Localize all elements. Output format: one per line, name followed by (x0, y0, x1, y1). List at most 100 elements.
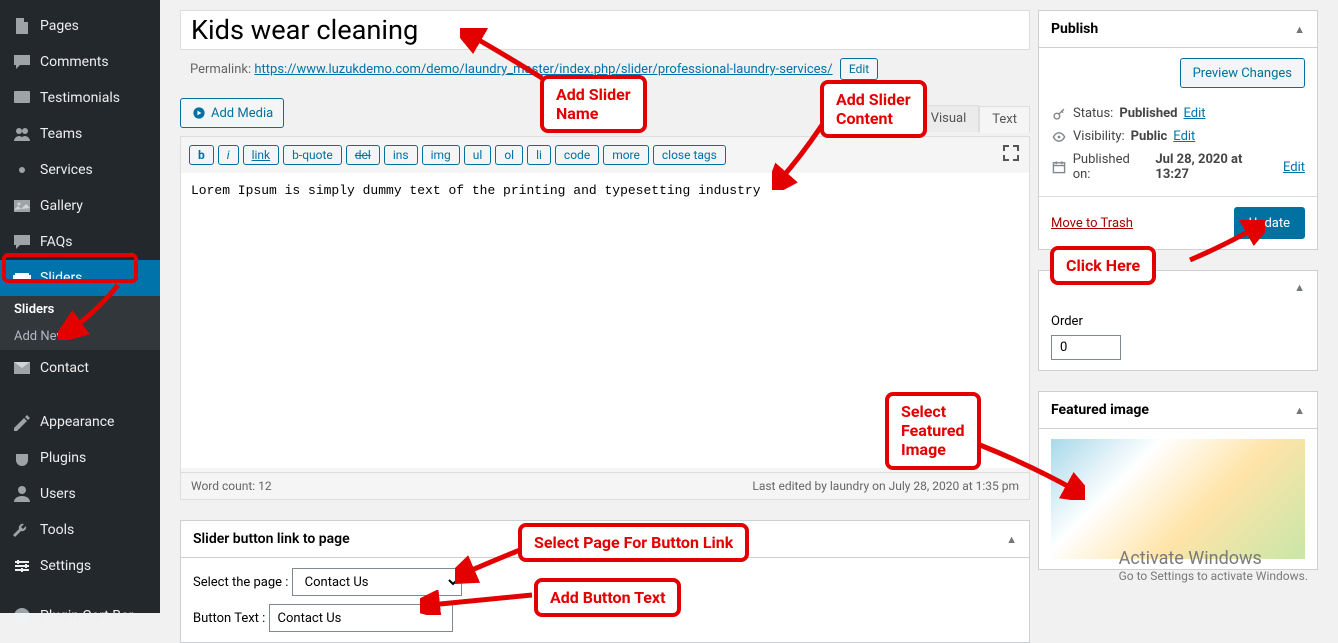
settings-icon (12, 556, 32, 576)
qt-ul[interactable]: ul (464, 145, 492, 165)
sidebar-label: FAQs (40, 234, 73, 250)
sidebar-item-services[interactable]: Services (0, 152, 160, 188)
add-media-button[interactable]: Add Media (180, 98, 284, 128)
user-icon (12, 484, 32, 504)
visibility-edit-link[interactable]: Edit (1173, 129, 1195, 144)
content-column: Permalink: https://www.luzukdemo.com/dem… (180, 10, 1030, 643)
editor-footer: Word count: 12 Last edited by laundry on… (181, 472, 1029, 499)
publish-title: Publish (1051, 21, 1098, 37)
qt-bold[interactable]: b (189, 145, 214, 165)
qt-img[interactable]: img (422, 145, 460, 165)
publish-header[interactable]: Publish ▲ (1039, 11, 1317, 48)
button-text-input[interactable] (269, 604, 453, 632)
sidebar-item-teams[interactable]: Teams (0, 116, 160, 152)
sidebar-label: Teams (40, 126, 82, 142)
sidebar-item-gallery[interactable]: Gallery (0, 188, 160, 224)
qt-italic[interactable]: i (218, 145, 239, 165)
order-input[interactable] (1051, 335, 1121, 360)
toggle-arrow-icon[interactable]: ▲ (1294, 23, 1305, 36)
appearance-icon (12, 412, 32, 432)
sidebar-label: Pages (40, 18, 79, 34)
qt-code[interactable]: code (555, 145, 599, 165)
toggle-arrow-icon[interactable]: ▲ (1294, 281, 1305, 294)
qt-ins[interactable]: ins (384, 145, 418, 165)
status-value: Published (1119, 106, 1177, 121)
publish-body: Preview Changes Status: Published Edit V… (1039, 48, 1317, 196)
sidebar-label: Settings (40, 558, 91, 574)
sidebar-label: Sliders (40, 270, 82, 286)
fullscreen-icon[interactable] (1001, 143, 1021, 167)
contact-icon (12, 358, 32, 378)
published-row: Published on: Jul 28, 2020 at 13:27 Edit (1051, 148, 1305, 186)
visual-tab[interactable]: Visual (918, 105, 980, 132)
permalink-edit-button[interactable]: Edit (840, 58, 878, 80)
cart-icon (12, 606, 32, 626)
slider-icon (12, 268, 32, 288)
sidebar-item-testimonials[interactable]: Testimonials (0, 80, 160, 116)
qt-del[interactable]: del (346, 145, 380, 165)
text-tab[interactable]: Text (979, 106, 1030, 133)
sidebar-item-pages[interactable]: Pages (0, 8, 160, 44)
qt-more[interactable]: more (603, 145, 649, 165)
permalink-url[interactable]: https://www.luzukdemo.com/demo/laundry_m… (254, 62, 832, 77)
sidebar-submenu: Sliders Add New (0, 296, 160, 350)
sidebar-sub-sliders[interactable]: Sliders (0, 296, 160, 323)
sidebar-item-plugincart[interactable]: Plugin Cart Bar (0, 598, 160, 634)
select-page-dropdown[interactable]: Contact Us (292, 568, 462, 596)
visibility-row: Visibility: Public Edit (1051, 125, 1305, 148)
toggle-arrow-icon[interactable]: ▲ (1294, 404, 1305, 417)
sidebar-label: Services (40, 162, 93, 178)
update-button[interactable]: Update (1234, 207, 1305, 239)
status-edit-link[interactable]: Edit (1183, 106, 1205, 121)
sidebar-item-users[interactable]: Users (0, 476, 160, 512)
last-edited: Last edited by laundry on July 28, 2020 … (752, 479, 1019, 493)
sidebar-item-dashboard[interactable] (0, 0, 160, 8)
qt-bquote[interactable]: b-quote (283, 145, 342, 165)
sidebar-item-plugins[interactable]: Plugins (0, 440, 160, 476)
media-icon (191, 105, 207, 121)
tool-icon (12, 520, 32, 540)
featured-body (1039, 429, 1317, 569)
sidebar-item-settings[interactable]: Settings (0, 548, 160, 584)
post-title-input[interactable] (180, 10, 1030, 50)
attributes-body: Order (1039, 304, 1317, 370)
status-label: Status: (1073, 106, 1113, 121)
sidebar-item-comments[interactable]: Comments (0, 44, 160, 80)
visibility-value: Public (1131, 129, 1168, 144)
admin-sidebar: Pages Comments Testimonials Teams Servic… (0, 0, 160, 613)
slider-button-postbox: Slider button link to page ▲ Select the … (180, 520, 1030, 643)
main-content: Permalink: https://www.luzukdemo.com/dem… (160, 0, 1338, 613)
publish-actions: Move to Trash Update (1039, 196, 1317, 249)
content-textarea[interactable]: Lorem Ipsum is simply dummy text of the … (181, 173, 1029, 468)
plugin-icon (12, 448, 32, 468)
featured-header[interactable]: Featured image ▲ (1039, 392, 1317, 429)
sidebar-label: Plugins (40, 450, 86, 466)
qt-li[interactable]: li (527, 145, 551, 165)
qt-ol[interactable]: ol (495, 145, 523, 165)
qt-closetags[interactable]: close tags (653, 145, 726, 165)
testimonial-icon (12, 88, 32, 108)
right-column: Publish ▲ Preview Changes Status: Publis… (1038, 10, 1318, 590)
sidebar-label: Testimonials (40, 90, 120, 106)
published-value: Jul 28, 2020 at 13:27 (1155, 152, 1277, 182)
move-to-trash-link[interactable]: Move to Trash (1051, 216, 1133, 231)
published-edit-link[interactable]: Edit (1283, 160, 1305, 175)
sidebar-item-appearance[interactable]: Appearance (0, 404, 160, 440)
toggle-arrow-icon[interactable]: ▲ (1006, 533, 1017, 546)
attributes-header[interactable]: ▲ (1039, 271, 1317, 304)
eye-icon (1051, 130, 1067, 144)
postbox-title: Slider button link to page (193, 531, 350, 547)
sidebar-item-contact[interactable]: Contact (0, 350, 160, 386)
sidebar-item-sliders[interactable]: Sliders (0, 260, 160, 296)
calendar-icon (1051, 160, 1067, 174)
page-icon (12, 16, 32, 36)
featured-image-thumbnail[interactable] (1051, 439, 1305, 559)
sidebar-item-tools[interactable]: Tools (0, 512, 160, 548)
qt-link[interactable]: link (243, 145, 280, 165)
permalink-label: Permalink: (190, 62, 251, 77)
preview-changes-button[interactable]: Preview Changes (1180, 58, 1305, 88)
sidebar-item-faqs[interactable]: FAQs (0, 224, 160, 260)
sidebar-sub-addnew[interactable]: Add New (0, 323, 160, 350)
postbox-header[interactable]: Slider button link to page ▲ (181, 521, 1029, 558)
gallery-icon (12, 196, 32, 216)
